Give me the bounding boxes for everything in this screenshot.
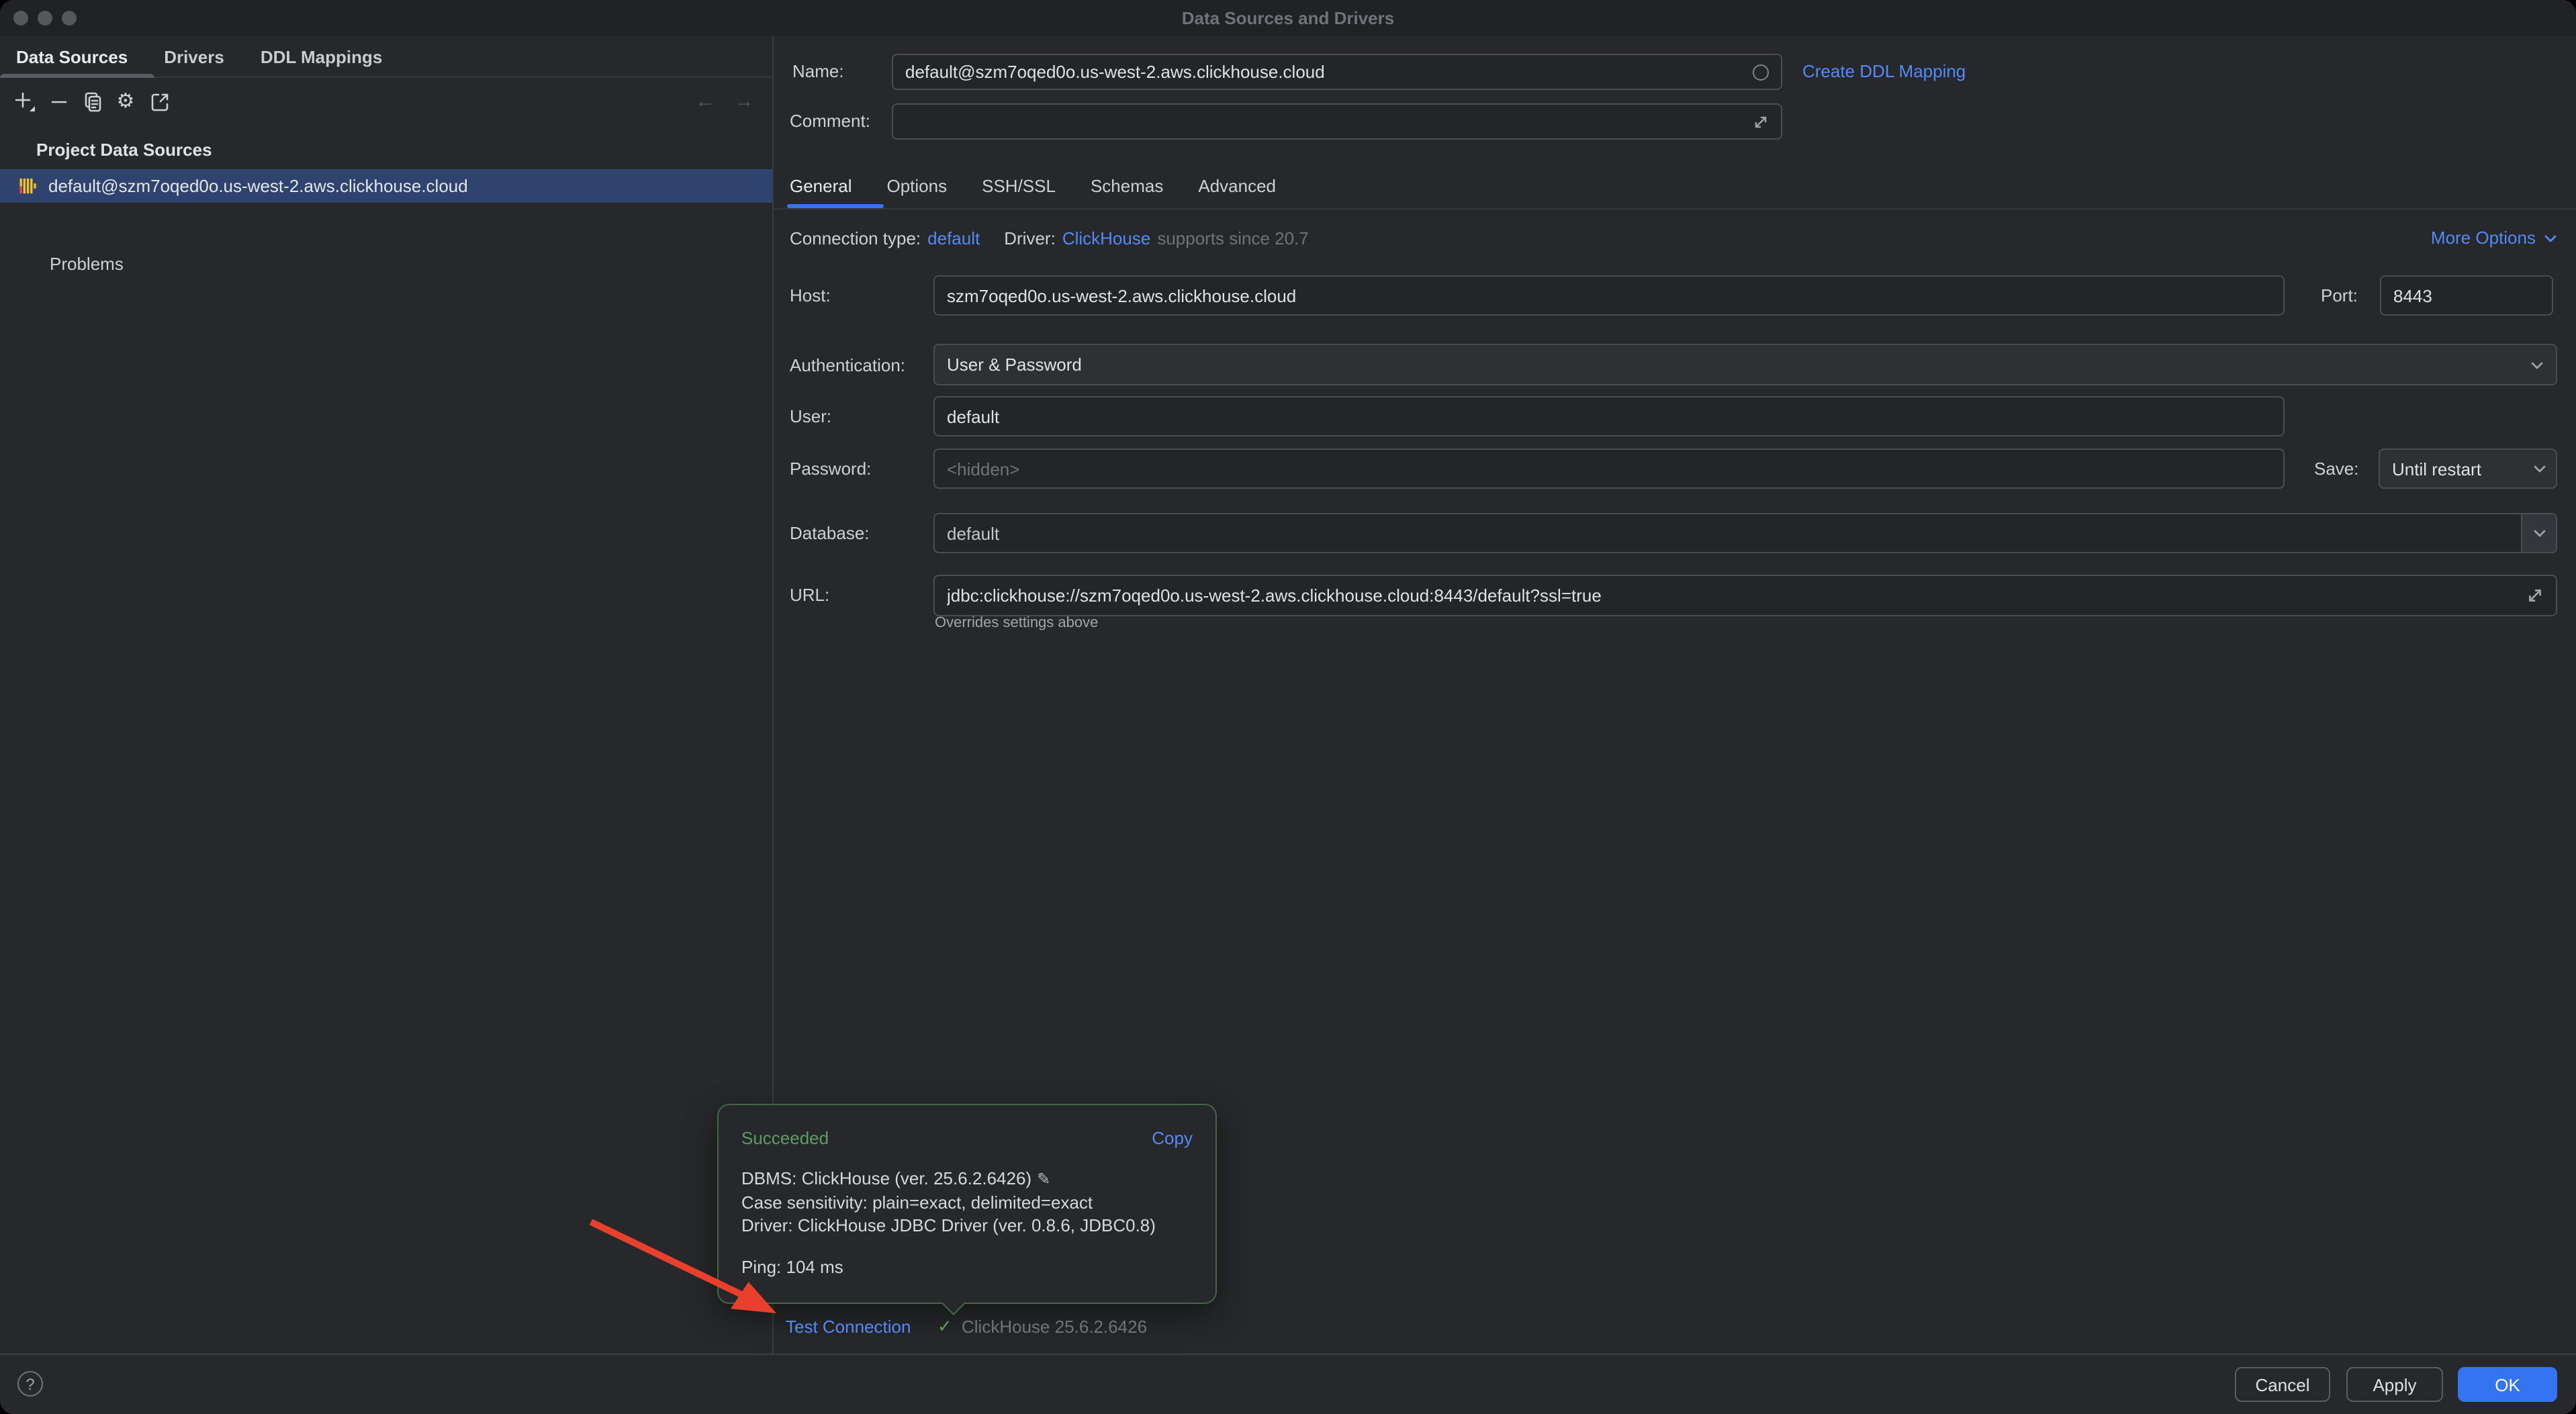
left-panel-tabs: Data Sources Drivers DDL Mappings [0, 36, 772, 78]
test-connection-result: ClickHouse 25.6.2.6426 [962, 1317, 1147, 1337]
popup-pointer [942, 1292, 965, 1315]
add-button[interactable] [8, 87, 42, 116]
host-input[interactable]: szm7oqed0o.us-west-2.aws.clickhouse.clou… [933, 275, 2285, 316]
chevron-down-icon [2530, 358, 2544, 371]
url-note: Overrides settings above [935, 615, 1098, 631]
tab-ssh-ssl[interactable]: SSH/SSL [982, 175, 1056, 195]
data-source-name: default@szm7oqed0o.us-west-2.aws.clickho… [48, 176, 468, 196]
tabs-divider [774, 208, 2576, 209]
chevron-down-icon [2544, 231, 2557, 244]
settings-button[interactable]: ⚙ [109, 87, 142, 116]
save-label: Save: [2314, 459, 2359, 479]
tab-general[interactable]: General [790, 175, 852, 195]
clickhouse-icon [19, 177, 36, 195]
duplicate-icon [81, 91, 103, 112]
popup-details: DBMS: ClickHouse (ver. 25.6.2.6426)✎ Cas… [741, 1167, 1156, 1237]
chevron-down-icon [2533, 462, 2546, 475]
form-tabs: General Options SSH/SSL Schemas Advanced [790, 167, 1276, 204]
problems-item[interactable]: Problems [50, 254, 124, 274]
authentication-label: Authentication: [790, 355, 905, 375]
tab-advanced[interactable]: Advanced [1198, 175, 1276, 195]
add-icon [13, 90, 36, 113]
create-ddl-mapping-link[interactable]: Create DDL Mapping [1802, 61, 1966, 81]
host-label: Host: [790, 285, 831, 305]
back-button[interactable]: ← [690, 86, 720, 115]
status-ring-icon [1753, 64, 1769, 80]
window-title: Data Sources and Drivers [0, 8, 2576, 28]
gear-icon: ⚙ [117, 91, 135, 111]
ok-button[interactable]: OK [2458, 1367, 2557, 1402]
tab-schemas[interactable]: Schemas [1091, 175, 1163, 195]
url-label: URL: [790, 585, 829, 605]
forward-icon: → [734, 89, 754, 112]
apply-button[interactable]: Apply [2346, 1367, 2443, 1402]
name-label: Name: [792, 61, 844, 81]
copy-link[interactable]: Copy [1152, 1128, 1193, 1148]
expand-icon[interactable] [2526, 587, 2544, 604]
open-in-new-button[interactable] [142, 87, 176, 116]
port-label: Port: [2321, 285, 2358, 305]
user-label: User: [790, 406, 831, 426]
database-dropdown-button[interactable] [2521, 514, 2556, 552]
comment-input[interactable] [892, 103, 1782, 140]
tab-data-sources[interactable]: Data Sources [16, 46, 128, 66]
driver-note: supports since 20.7 [1157, 228, 1308, 248]
database-label: Database: [790, 523, 870, 543]
remove-icon [48, 91, 69, 112]
save-select[interactable]: Until restart [2379, 449, 2557, 489]
remove-button[interactable] [42, 87, 75, 116]
data-sources-dialog: Data Sources and Drivers Data Sources Dr… [0, 0, 2576, 1414]
check-icon: ✓ [937, 1316, 952, 1337]
footer-divider [0, 1354, 2576, 1355]
project-data-sources-header: Project Data Sources [36, 140, 212, 160]
connection-type-row: Connection type: default Driver: ClickHo… [790, 227, 1309, 250]
chevron-down-icon [2532, 526, 2546, 540]
left-panel-toolbar: ⚙ ← → [0, 78, 772, 125]
password-input[interactable]: <hidden> [933, 449, 2285, 489]
back-icon: ← [695, 89, 715, 112]
connection-type-label: Connection type: [790, 228, 921, 248]
forward-button[interactable]: → [729, 86, 759, 115]
help-icon: ? [26, 1374, 34, 1393]
cancel-button[interactable]: Cancel [2235, 1367, 2330, 1402]
password-label: Password: [790, 459, 871, 479]
tab-ddl-mappings[interactable]: DDL Mappings [261, 46, 383, 66]
user-input[interactable]: default [933, 396, 2285, 436]
test-connection-link[interactable]: Test Connection [786, 1317, 911, 1337]
help-button[interactable]: ? [17, 1371, 43, 1397]
database-combobox[interactable]: default [933, 513, 2557, 553]
port-input[interactable]: 8443 [2380, 275, 2553, 316]
titlebar: Data Sources and Drivers [0, 0, 2576, 36]
password-placeholder: <hidden> [947, 459, 2271, 479]
data-source-list-item[interactable]: default@szm7oqed0o.us-west-2.aws.clickho… [0, 169, 772, 203]
status-text: Succeeded [741, 1128, 829, 1148]
name-input[interactable]: default@szm7oqed0o.us-west-2.aws.clickho… [892, 54, 1782, 90]
expand-icon[interactable] [1753, 113, 1769, 130]
comment-label: Comment: [790, 111, 870, 131]
duplicate-button[interactable] [75, 87, 109, 116]
more-options-link[interactable]: More Options [2431, 228, 2557, 248]
tab-options[interactable]: Options [887, 175, 948, 195]
annotation-arrow [572, 1206, 800, 1333]
driver-value-link[interactable]: ClickHouse [1062, 228, 1151, 248]
open-in-new-icon [148, 91, 170, 112]
driver-label: Driver: [1004, 228, 1056, 248]
url-input[interactable]: jdbc:clickhouse://szm7oqed0o.us-west-2.a… [933, 575, 2557, 616]
connection-type-value-link[interactable]: default [927, 228, 980, 248]
tab-drivers[interactable]: Drivers [164, 46, 224, 66]
authentication-select[interactable]: User & Password [933, 344, 2557, 385]
edit-icon[interactable]: ✎ [1037, 1170, 1050, 1188]
